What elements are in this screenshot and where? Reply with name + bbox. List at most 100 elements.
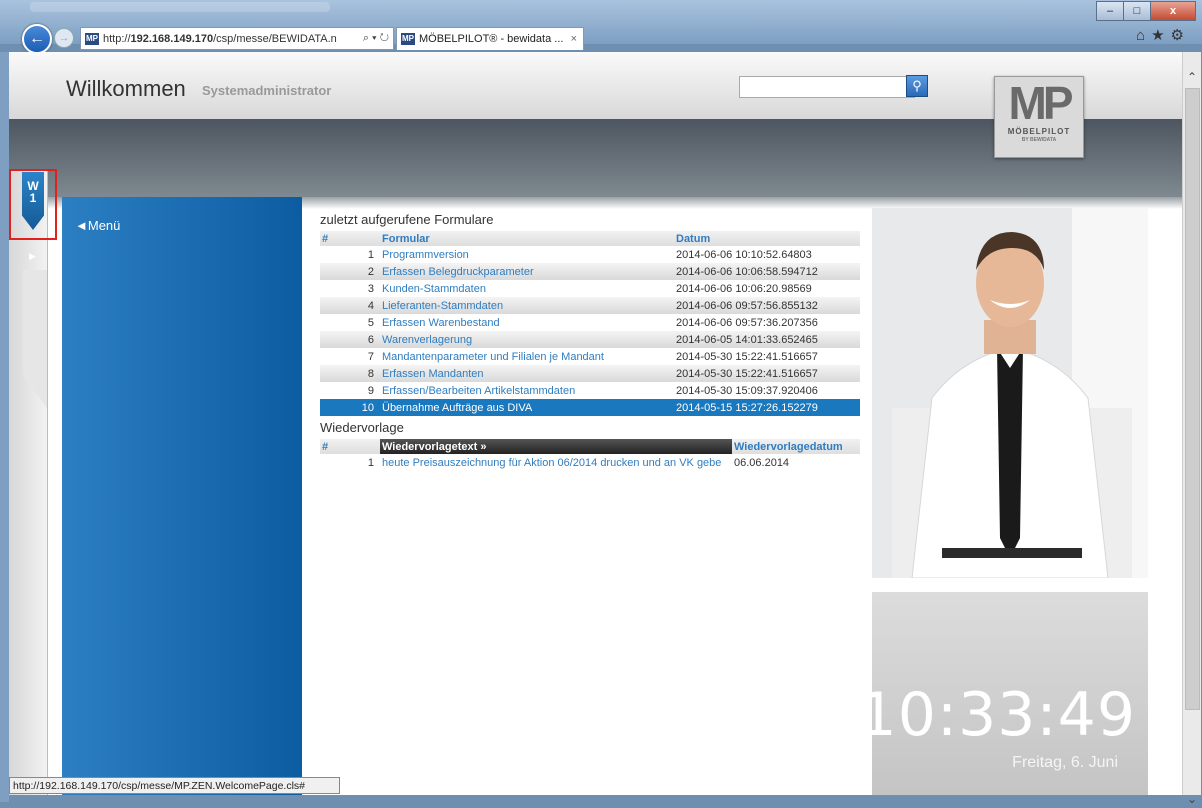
col-date: Datum [674, 231, 860, 246]
form-date: 2014-06-06 10:10:52.64803 [676, 248, 812, 261]
highlight-frame [9, 169, 57, 240]
back-button[interactable]: ← [22, 24, 52, 54]
search-input[interactable] [739, 76, 915, 98]
close-button[interactable]: x [1150, 1, 1196, 21]
hero-image [872, 208, 1148, 578]
arrow-left-icon: ← [29, 30, 45, 47]
sidebar [62, 197, 302, 795]
vertical-scrollbar[interactable]: ⌃ ⌄ [1182, 52, 1201, 806]
row-number: 9 [367, 384, 374, 397]
user-role: Systemadministrator [202, 83, 332, 98]
recent-form-row[interactable]: 5 Erfassen Warenbestand 2014-06-06 09:57:3… [320, 314, 860, 331]
brand-logo: MP MÖBELPILOT BY BEWIDATA [994, 76, 1084, 158]
form-link[interactable]: Lieferanten-Stammdaten [380, 297, 674, 314]
recent-form-row[interactable]: 8 Erfassen Mandanten 2014-05-30 15:22:41.5… [320, 365, 860, 382]
recent-forms-header: # Formular Datum [320, 231, 860, 246]
form-date: 2014-05-30 15:22:41.516657 [676, 350, 818, 363]
logo-sub: BY BEWIDATA [1021, 137, 1057, 143]
site-favicon-icon: MP [85, 32, 99, 45]
form-link[interactable]: Programmversion [380, 246, 674, 263]
minimize-button[interactable]: – [1096, 1, 1124, 21]
tab-favicon-icon: MP [401, 33, 415, 45]
form-date: 2014-06-06 10:06:58.594712 [674, 263, 860, 280]
search-button[interactable]: ⚲ [906, 75, 928, 97]
recent-form-row[interactable]: 10 Übernahme Aufträge aus DIVA 2014-05-15 … [320, 399, 860, 416]
clock-date: Freitag, 6. Juni [1012, 754, 1118, 771]
form-link[interactable]: Warenverlagerung [380, 331, 674, 348]
resubmission-title: Wiedervorlage [320, 420, 404, 435]
menu-label: Menü [87, 218, 121, 233]
recent-form-row[interactable]: 3 Kunden-Stammdaten 2014-06-06 10:06:20.98… [320, 280, 860, 297]
tab-title: MÖBELPILOT® - bewidata ... [419, 33, 564, 45]
browser-toolbar-icons[interactable]: ⌂★⚙ [1136, 26, 1190, 44]
form-date: 2014-06-06 09:57:56.855132 [674, 297, 860, 314]
row-number: 6 [320, 331, 380, 348]
maximize-button[interactable]: □ [1123, 1, 1151, 21]
form-link[interactable]: Mandantenparameter und Filialen je Manda… [380, 348, 674, 365]
scroll-up-icon[interactable]: ⌃ [1183, 68, 1201, 86]
logo-mark: MP [1008, 77, 1074, 129]
arrow-right-icon: → [58, 32, 70, 44]
browser-tab[interactable]: MP MÖBELPILOT® - bewidata ... × [396, 27, 584, 50]
row-number: 1 [367, 456, 374, 469]
clock-time: 10:33:49 [858, 680, 1136, 750]
recent-form-row[interactable]: 4 Lieferanten-Stammdaten 2014-06-06 09:57:… [320, 297, 860, 314]
logo-name: MÖBELPILOT [1007, 127, 1071, 136]
row-number: 4 [320, 297, 380, 314]
left-rail [9, 169, 48, 795]
window-border [0, 52, 9, 802]
row-number: 2 [320, 263, 380, 280]
address-bar[interactable]: MP http://192.168.149.170/csp/messe/BEWI… [80, 27, 394, 50]
resubmission-header: # Wiedervorlagetext » Wiedervorlagedatum [320, 439, 860, 454]
recent-form-row[interactable]: 2 Erfassen Belegdruckparameter 2014-06-06 … [320, 263, 860, 280]
col-resubmission-date[interactable]: Wiedervorlagedatum [732, 439, 860, 454]
resubmission-link[interactable]: heute Preisauszeichnung für Aktion 06/20… [380, 454, 732, 471]
recent-form-row[interactable]: 1 Programmversion 2014-06-06 10:10:52.6480… [320, 246, 860, 263]
form-date: 2014-05-30 15:09:37.920406 [676, 384, 818, 397]
menu-arrow-icon: ◄ [75, 218, 88, 233]
address-path: /csp/messe/BEWIDATA.n [213, 32, 337, 45]
recent-forms-title: zuletzt aufgerufene Formulare [320, 212, 494, 227]
menu-toggle[interactable]: ◄Menü [75, 218, 120, 233]
form-link[interactable]: Kunden-Stammdaten [380, 280, 674, 297]
form-date: 2014-06-05 14:01:33.652465 [674, 331, 860, 348]
tab-close-icon[interactable]: × [571, 33, 577, 45]
forward-button[interactable]: → [54, 28, 74, 48]
window-title [30, 2, 330, 12]
form-date: 2014-05-30 15:22:41.516657 [674, 365, 860, 382]
col-number: # [320, 439, 380, 454]
address-host: 192.168.149.170 [130, 32, 214, 45]
row-number: 8 [320, 365, 380, 382]
form-link[interactable]: Erfassen Belegdruckparameter [380, 263, 674, 280]
row-number: 5 [367, 316, 374, 329]
col-resubmission-text[interactable]: Wiedervorlagetext » [380, 439, 732, 454]
row-number: 3 [367, 282, 374, 295]
clock-panel: 10:33:49 Freitag, 6. Juni [859, 592, 1148, 795]
resubmission-row[interactable]: 1 heute Preisauszeichnung für Aktion 06/2… [320, 454, 860, 471]
form-link[interactable]: Erfassen Mandanten [380, 365, 674, 382]
form-link[interactable]: Erfassen/Bearbeiten Artikelstammdaten [380, 382, 674, 399]
resubmission-table: # Wiedervorlagetext » Wiedervorlagedatum… [320, 439, 860, 471]
address-prefix: http:// [103, 32, 131, 45]
form-date: 2014-05-15 15:27:26.152279 [674, 399, 860, 416]
rail-expand-icon[interactable]: ▶ [29, 251, 36, 262]
col-number: # [320, 231, 380, 246]
welcome-title: Willkommen [66, 76, 186, 101]
main-content: zuletzt aufgerufene Formulare # Formular… [320, 210, 865, 471]
scroll-down-icon[interactable]: ⌄ [1183, 790, 1201, 808]
scroll-thumb[interactable] [1185, 88, 1200, 710]
form-link[interactable]: Übernahme Aufträge aus DIVA [380, 399, 674, 416]
recent-form-row[interactable]: 7 Mandantenparameter und Filialen je Mand… [320, 348, 860, 365]
status-bar-url: http://192.168.149.170/csp/messe/MP.ZEN.… [9, 777, 340, 794]
recent-form-row[interactable]: 9 Erfassen/Bearbeiten Artikelstammdaten 20… [320, 382, 860, 399]
page-viewport: Willkommen Systemadministrator ⚲ MP MÖBE… [9, 52, 1182, 795]
window-controls: – □ x [1096, 1, 1196, 21]
address-tools[interactable]: ⌕ ▾ ↻ [363, 32, 393, 45]
recent-forms-table: # Formular Datum 1 Programmversion 2014-06… [320, 231, 860, 416]
recent-form-row[interactable]: 6 Warenverlagerung 2014-06-05 14:01:33.652… [320, 331, 860, 348]
form-date: 2014-06-06 09:57:36.207356 [676, 316, 818, 329]
search-icon: ⚲ [912, 78, 922, 93]
row-number: 10 [320, 399, 380, 416]
col-form: Formular [380, 231, 674, 246]
form-link[interactable]: Erfassen Warenbestand [380, 314, 674, 331]
